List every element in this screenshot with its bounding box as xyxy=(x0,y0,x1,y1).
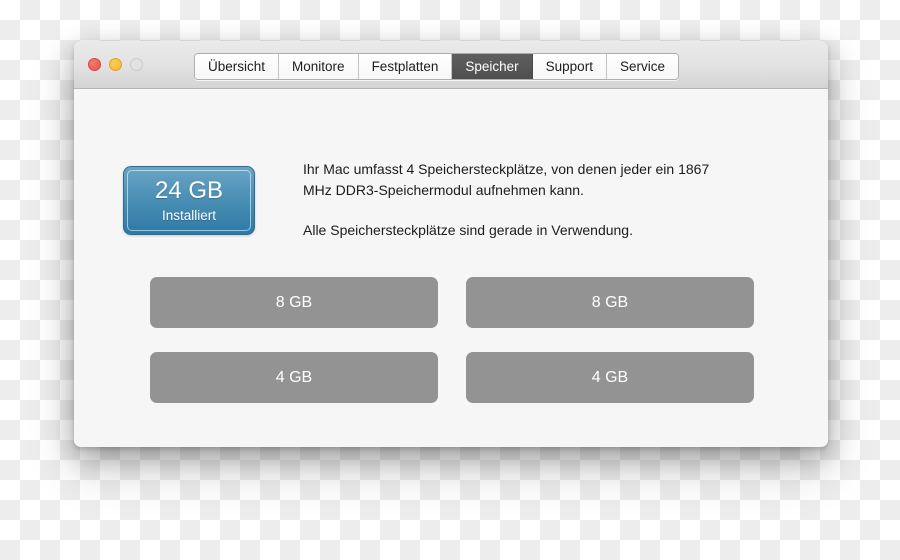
close-button[interactable] xyxy=(88,58,101,71)
zoom-button[interactable] xyxy=(130,58,143,71)
memory-description-line-2: Alle Speichersteckplätze sind gerade in … xyxy=(303,221,633,238)
memory-description-line-1: Ihr Mac umfasst 4 Speichersteckplätze, v… xyxy=(303,161,710,199)
tab-monitore[interactable]: Monitore xyxy=(279,54,359,79)
memory-slot: 8 GB xyxy=(150,277,438,328)
installed-memory-label: Installiert xyxy=(161,207,217,223)
tab-festplatten[interactable]: Festplatten xyxy=(358,54,453,79)
screenshot-canvas: Übersicht Monitore Festplatten Speicher … xyxy=(0,0,900,560)
tab-ubersicht[interactable]: Übersicht xyxy=(195,54,280,79)
installed-memory-size: 24 GB xyxy=(154,176,224,204)
memory-description: Ihr Mac umfasst 4 Speichersteckplätze, v… xyxy=(303,159,723,241)
memory-slot: 4 GB xyxy=(466,352,754,403)
memory-slot-grid: 8 GB 8 GB 4 GB 4 GB xyxy=(150,277,754,403)
tab-service[interactable]: Service xyxy=(606,54,678,79)
minimize-button[interactable] xyxy=(109,58,122,71)
installed-memory-badge: 24 GB Installiert xyxy=(123,166,255,235)
tab-speicher[interactable]: Speicher xyxy=(452,54,533,79)
memory-tab-content: 24 GB Installiert Ihr Mac umfasst 4 Spei… xyxy=(74,89,828,446)
memory-slot: 4 GB xyxy=(150,352,438,403)
memory-slot: 8 GB xyxy=(466,277,754,328)
window-titlebar: Übersicht Monitore Festplatten Speicher … xyxy=(74,41,828,89)
tab-support[interactable]: Support xyxy=(532,54,607,79)
about-this-mac-window: Übersicht Monitore Festplatten Speicher … xyxy=(74,41,828,447)
traffic-light-group xyxy=(88,58,143,71)
segmented-tab-control: Übersicht Monitore Festplatten Speicher … xyxy=(194,53,679,80)
